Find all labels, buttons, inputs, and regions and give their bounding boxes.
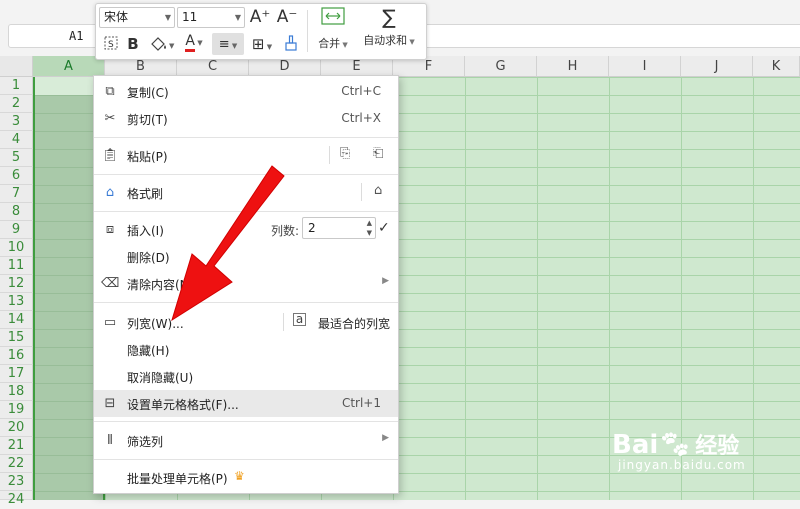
watermark: Bai🐾︎ 经验 jingyan.baidu.com	[612, 428, 746, 472]
watermark-brand: Bai	[612, 430, 659, 460]
paw-icon: 🐾︎	[658, 430, 692, 460]
annotation-arrow	[171, 165, 285, 322]
watermark-url: jingyan.baidu.com	[618, 458, 746, 472]
watermark-brand-2: 经验	[695, 434, 740, 459]
